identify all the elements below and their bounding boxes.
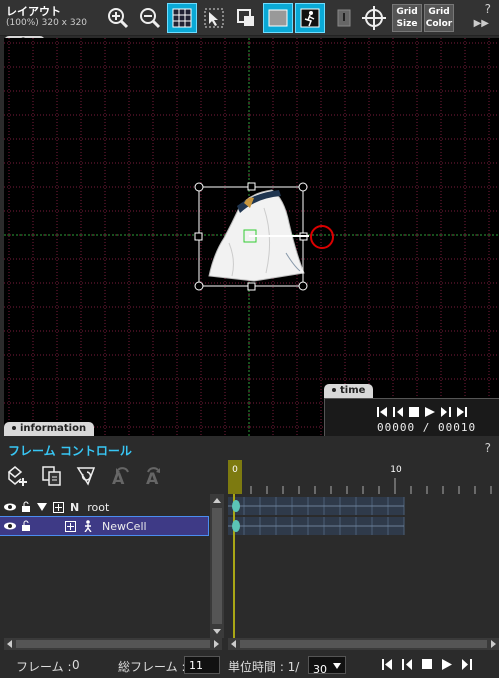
zoom-in-icon[interactable] [104,4,132,32]
stop-icon[interactable] [422,659,432,670]
frame-control-help-button[interactable]: ? [485,441,491,455]
eye-icon[interactable] [4,501,16,513]
information-tab[interactable]: information [4,422,95,436]
expand-arrow-icon[interactable] [36,501,48,513]
time-separator: / [422,421,431,434]
more-tools-button[interactable]: ▶▶ [474,18,489,29]
step-forward-icon[interactable] [462,659,472,670]
time-current: 00000 [377,421,416,434]
canvas-grid [4,38,499,436]
lock-icon[interactable] [20,520,32,532]
grid-icon[interactable] [167,3,197,33]
edge-handle[interactable] [247,182,256,191]
node-expand-icon[interactable] [64,520,76,532]
time-dot-icon [332,388,336,392]
skip-end-icon[interactable] [457,407,467,417]
edge-handle[interactable] [194,232,203,241]
figure-icon [82,520,94,532]
time-controls [377,407,467,417]
time-label: time [340,385,366,396]
grid-color-button[interactable]: Grid Color [424,4,454,32]
add-cell-icon[interactable] [4,462,32,490]
step-back-icon[interactable] [402,659,412,670]
step-back-icon[interactable] [393,407,403,417]
grid-size-button[interactable]: Grid Size [392,4,422,32]
time-total: 00010 [438,421,477,434]
layout-title: レイアウト [6,5,61,18]
unit-time-select[interactable]: 30 [308,656,346,676]
unit-time-value: 30 [313,663,327,676]
time-tab[interactable]: time [324,384,374,398]
corner-handle[interactable] [194,182,204,192]
select-tool-icon[interactable] [200,4,228,32]
layer-row-newcell[interactable]: NewCell [0,516,209,536]
stop-icon[interactable] [409,407,419,417]
frame-control-title: フレーム コントロール [8,444,132,458]
information-label: information [20,423,87,434]
lock-icon[interactable] [20,501,32,513]
frame-control-toolbar: A A [4,462,168,490]
layer-name: root [87,500,110,514]
time-panel: 00000 / 00010 [324,398,499,436]
node-expand-icon[interactable] [52,501,64,513]
play-figure-icon[interactable] [295,3,325,33]
layout-canvas[interactable]: time 00000 / 00010 [4,38,499,436]
frame-value: 0 [72,658,80,672]
timeline-horizontal-scrollbar[interactable] [228,638,499,650]
eye-icon[interactable] [4,520,16,532]
corner-handle[interactable] [298,182,308,192]
grid-size-line1: Grid [396,7,418,17]
layout-toolbar: レイアウト (100%) 320 x 320 Grid Size Grid Co… [0,0,499,36]
timeline-graphic: 0 10 [228,460,492,638]
frame-label: フレーム : [16,660,72,674]
total-frame-label: 総フレーム : [118,660,186,674]
grid-size-line2: Size [396,19,418,29]
corner-handle[interactable] [194,281,204,291]
frame-control-header: フレーム コントロール ? [0,438,499,460]
ruler-label: 0 [232,465,238,475]
keyframe-newcell[interactable] [232,520,240,532]
play-icon[interactable] [442,659,452,670]
rotate-cell-icon[interactable] [72,462,100,490]
status-bar: フレーム : 0 総フレーム : 11 単位時間 : 1/ 30 [0,652,499,678]
corner-handle[interactable] [298,281,308,291]
grid-color-line2: Color [425,19,453,29]
grid-color-line1: Grid [428,7,450,17]
time-readout: 00000 / 00010 [377,421,476,434]
timeline[interactable]: 0 10 [228,460,499,638]
help-button[interactable]: ? [485,2,491,16]
layer-vertical-scrollbar[interactable] [210,494,224,638]
total-frame-input[interactable]: 11 [184,656,220,674]
playback-controls [382,659,472,670]
rotate-right-disabled-icon[interactable]: A [140,462,168,490]
keyframe-root[interactable] [232,500,240,512]
frame-icon[interactable] [232,4,260,32]
layer-row-root[interactable]: N root [0,498,208,516]
dropdown-arrow-icon [333,663,341,669]
node-type-label: N [70,500,80,514]
skip-start-icon[interactable] [382,659,392,670]
copy-cell-icon[interactable] [38,462,66,490]
unit-time-label: 単位時間 : 1/ [228,660,300,674]
edge-handle[interactable] [247,282,256,291]
play-icon[interactable] [425,407,435,417]
background-icon[interactable] [263,3,293,33]
step-forward-icon[interactable] [441,407,451,417]
pin-icon[interactable] [330,4,358,32]
layer-list: N root NewCell [0,494,209,638]
layout-zoom-size: (100%) 320 x 320 [6,18,88,28]
rotate-left-disabled-icon[interactable]: A [106,462,134,490]
rotation-handle[interactable] [310,225,334,249]
crosshair-icon[interactable] [360,4,388,32]
ruler-label: 10 [390,465,402,475]
layer-name: NewCell [102,519,147,533]
zoom-out-icon[interactable] [136,4,164,32]
information-dot-icon [12,426,16,430]
layer-horizontal-scrollbar[interactable] [4,638,222,650]
skip-start-icon[interactable] [377,407,387,417]
